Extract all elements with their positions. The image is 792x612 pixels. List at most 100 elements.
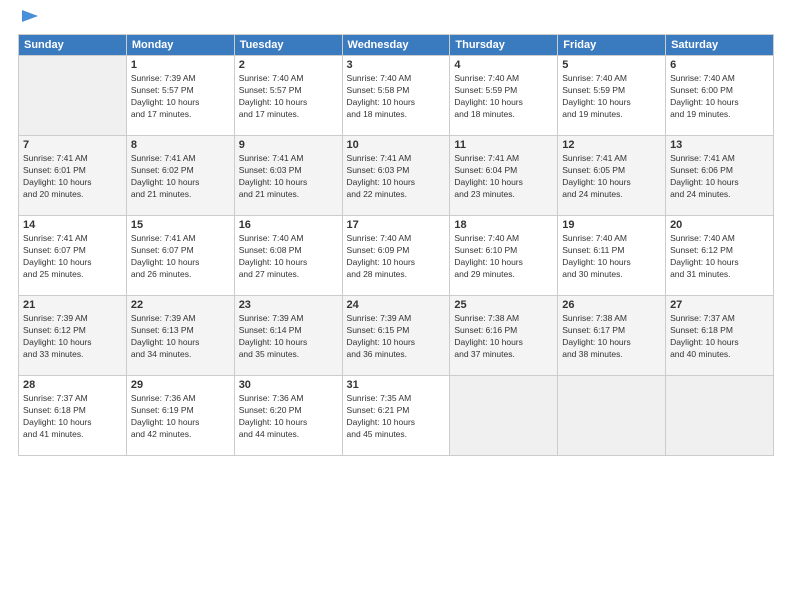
day-info: Sunrise: 7:39 AM Sunset: 6:14 PM Dayligh… xyxy=(239,313,338,361)
day-info: Sunrise: 7:35 AM Sunset: 6:21 PM Dayligh… xyxy=(347,393,446,441)
day-cell: 22 Sunrise: 7:39 AM Sunset: 6:13 PM Dayli… xyxy=(126,296,234,376)
day-info: Sunrise: 7:37 AM Sunset: 6:18 PM Dayligh… xyxy=(670,313,769,361)
day-cell: 14 Sunrise: 7:41 AM Sunset: 6:07 PM Dayli… xyxy=(19,216,127,296)
day-cell: 18 Sunrise: 7:40 AM Sunset: 6:10 PM Dayli… xyxy=(450,216,558,296)
day-cell: 13 Sunrise: 7:41 AM Sunset: 6:06 PM Dayli… xyxy=(666,136,774,216)
col-header-sunday: Sunday xyxy=(19,35,127,56)
day-info: Sunrise: 7:40 AM Sunset: 5:59 PM Dayligh… xyxy=(454,73,553,121)
day-info: Sunrise: 7:41 AM Sunset: 6:03 PM Dayligh… xyxy=(347,153,446,201)
week-row-5: 28Sunrise: 7:37 AM Sunset: 6:18 PM Dayli… xyxy=(19,376,774,456)
day-info: Sunrise: 7:41 AM Sunset: 6:01 PM Dayligh… xyxy=(23,153,122,201)
day-cell: 2 Sunrise: 7:40 AM Sunset: 5:57 PM Daylig… xyxy=(234,56,342,136)
day-cell: 31Sunrise: 7:35 AM Sunset: 6:21 PM Dayli… xyxy=(342,376,450,456)
day-number: 29 xyxy=(131,379,230,391)
day-number: 8 xyxy=(131,139,230,151)
col-header-friday: Friday xyxy=(558,35,666,56)
day-number: 19 xyxy=(562,219,661,231)
day-number: 4 xyxy=(454,59,553,71)
day-number: 24 xyxy=(347,299,446,311)
day-info: Sunrise: 7:41 AM Sunset: 6:07 PM Dayligh… xyxy=(23,233,122,281)
day-number: 17 xyxy=(347,219,446,231)
day-info: Sunrise: 7:39 AM Sunset: 6:15 PM Dayligh… xyxy=(347,313,446,361)
col-header-thursday: Thursday xyxy=(450,35,558,56)
day-cell: 5 Sunrise: 7:40 AM Sunset: 5:59 PM Daylig… xyxy=(558,56,666,136)
day-info: Sunrise: 7:39 AM Sunset: 6:12 PM Dayligh… xyxy=(23,313,122,361)
col-header-wednesday: Wednesday xyxy=(342,35,450,56)
day-info: Sunrise: 7:38 AM Sunset: 6:17 PM Dayligh… xyxy=(562,313,661,361)
day-number: 15 xyxy=(131,219,230,231)
day-info: Sunrise: 7:41 AM Sunset: 6:05 PM Dayligh… xyxy=(562,153,661,201)
day-cell xyxy=(558,376,666,456)
day-number: 26 xyxy=(562,299,661,311)
page: SundayMondayTuesdayWednesdayThursdayFrid… xyxy=(0,0,792,612)
day-cell: 12Sunrise: 7:41 AM Sunset: 6:05 PM Dayli… xyxy=(558,136,666,216)
day-cell: 23 Sunrise: 7:39 AM Sunset: 6:14 PM Dayli… xyxy=(234,296,342,376)
calendar-table: SundayMondayTuesdayWednesdayThursdayFrid… xyxy=(18,34,774,456)
day-cell: 16 Sunrise: 7:40 AM Sunset: 6:08 PM Dayli… xyxy=(234,216,342,296)
day-cell: 27 Sunrise: 7:37 AM Sunset: 6:18 PM Dayli… xyxy=(666,296,774,376)
day-info: Sunrise: 7:40 AM Sunset: 5:59 PM Dayligh… xyxy=(562,73,661,121)
day-cell: 28Sunrise: 7:37 AM Sunset: 6:18 PM Dayli… xyxy=(19,376,127,456)
day-number: 30 xyxy=(239,379,338,391)
day-info: Sunrise: 7:41 AM Sunset: 6:06 PM Dayligh… xyxy=(670,153,769,201)
day-cell: 1 Sunrise: 7:39 AM Sunset: 5:57 PM Daylig… xyxy=(126,56,234,136)
day-number: 14 xyxy=(23,219,122,231)
day-info: Sunrise: 7:40 AM Sunset: 6:09 PM Dayligh… xyxy=(347,233,446,281)
day-number: 22 xyxy=(131,299,230,311)
day-number: 5 xyxy=(562,59,661,71)
day-cell xyxy=(666,376,774,456)
day-info: Sunrise: 7:40 AM Sunset: 6:00 PM Dayligh… xyxy=(670,73,769,121)
day-info: Sunrise: 7:41 AM Sunset: 6:04 PM Dayligh… xyxy=(454,153,553,201)
day-info: Sunrise: 7:36 AM Sunset: 6:19 PM Dayligh… xyxy=(131,393,230,441)
day-info: Sunrise: 7:40 AM Sunset: 6:08 PM Dayligh… xyxy=(239,233,338,281)
day-cell: 26 Sunrise: 7:38 AM Sunset: 6:17 PM Dayli… xyxy=(558,296,666,376)
day-cell: 29 Sunrise: 7:36 AM Sunset: 6:19 PM Dayli… xyxy=(126,376,234,456)
logo-flag-icon xyxy=(20,8,42,30)
day-cell: 17 Sunrise: 7:40 AM Sunset: 6:09 PM Dayli… xyxy=(342,216,450,296)
day-cell: 24 Sunrise: 7:39 AM Sunset: 6:15 PM Dayli… xyxy=(342,296,450,376)
day-number: 10 xyxy=(347,139,446,151)
day-number: 28 xyxy=(23,379,122,391)
day-number: 2 xyxy=(239,59,338,71)
day-info: Sunrise: 7:38 AM Sunset: 6:16 PM Dayligh… xyxy=(454,313,553,361)
day-cell: 20 Sunrise: 7:40 AM Sunset: 6:12 PM Dayli… xyxy=(666,216,774,296)
day-info: Sunrise: 7:41 AM Sunset: 6:02 PM Dayligh… xyxy=(131,153,230,201)
day-number: 13 xyxy=(670,139,769,151)
day-number: 1 xyxy=(131,59,230,71)
day-cell: 8 Sunrise: 7:41 AM Sunset: 6:02 PM Daylig… xyxy=(126,136,234,216)
day-info: Sunrise: 7:41 AM Sunset: 6:07 PM Dayligh… xyxy=(131,233,230,281)
day-number: 25 xyxy=(454,299,553,311)
day-cell: 6 Sunrise: 7:40 AM Sunset: 6:00 PM Daylig… xyxy=(666,56,774,136)
header xyxy=(18,16,774,24)
week-row-1: 1 Sunrise: 7:39 AM Sunset: 5:57 PM Daylig… xyxy=(19,56,774,136)
day-number: 27 xyxy=(670,299,769,311)
week-row-4: 21Sunrise: 7:39 AM Sunset: 6:12 PM Dayli… xyxy=(19,296,774,376)
header-row: SundayMondayTuesdayWednesdayThursdayFrid… xyxy=(19,35,774,56)
day-info: Sunrise: 7:40 AM Sunset: 6:11 PM Dayligh… xyxy=(562,233,661,281)
day-number: 6 xyxy=(670,59,769,71)
day-number: 20 xyxy=(670,219,769,231)
day-info: Sunrise: 7:39 AM Sunset: 5:57 PM Dayligh… xyxy=(131,73,230,121)
day-cell xyxy=(19,56,127,136)
col-header-monday: Monday xyxy=(126,35,234,56)
week-row-2: 7 Sunrise: 7:41 AM Sunset: 6:01 PM Daylig… xyxy=(19,136,774,216)
day-cell: 7 Sunrise: 7:41 AM Sunset: 6:01 PM Daylig… xyxy=(19,136,127,216)
day-cell: 15 Sunrise: 7:41 AM Sunset: 6:07 PM Dayli… xyxy=(126,216,234,296)
day-number: 16 xyxy=(239,219,338,231)
day-cell: 19 Sunrise: 7:40 AM Sunset: 6:11 PM Dayli… xyxy=(558,216,666,296)
day-number: 18 xyxy=(454,219,553,231)
day-number: 23 xyxy=(239,299,338,311)
day-info: Sunrise: 7:40 AM Sunset: 6:10 PM Dayligh… xyxy=(454,233,553,281)
day-cell: 21Sunrise: 7:39 AM Sunset: 6:12 PM Dayli… xyxy=(19,296,127,376)
day-info: Sunrise: 7:40 AM Sunset: 6:12 PM Dayligh… xyxy=(670,233,769,281)
day-cell: 30 Sunrise: 7:36 AM Sunset: 6:20 PM Dayli… xyxy=(234,376,342,456)
day-number: 9 xyxy=(239,139,338,151)
day-info: Sunrise: 7:36 AM Sunset: 6:20 PM Dayligh… xyxy=(239,393,338,441)
day-cell: 11Sunrise: 7:41 AM Sunset: 6:04 PM Dayli… xyxy=(450,136,558,216)
day-info: Sunrise: 7:40 AM Sunset: 5:57 PM Dayligh… xyxy=(239,73,338,121)
day-info: Sunrise: 7:39 AM Sunset: 6:13 PM Dayligh… xyxy=(131,313,230,361)
day-number: 3 xyxy=(347,59,446,71)
logo xyxy=(18,16,42,24)
day-cell: 10 Sunrise: 7:41 AM Sunset: 6:03 PM Dayli… xyxy=(342,136,450,216)
day-number: 7 xyxy=(23,139,122,151)
